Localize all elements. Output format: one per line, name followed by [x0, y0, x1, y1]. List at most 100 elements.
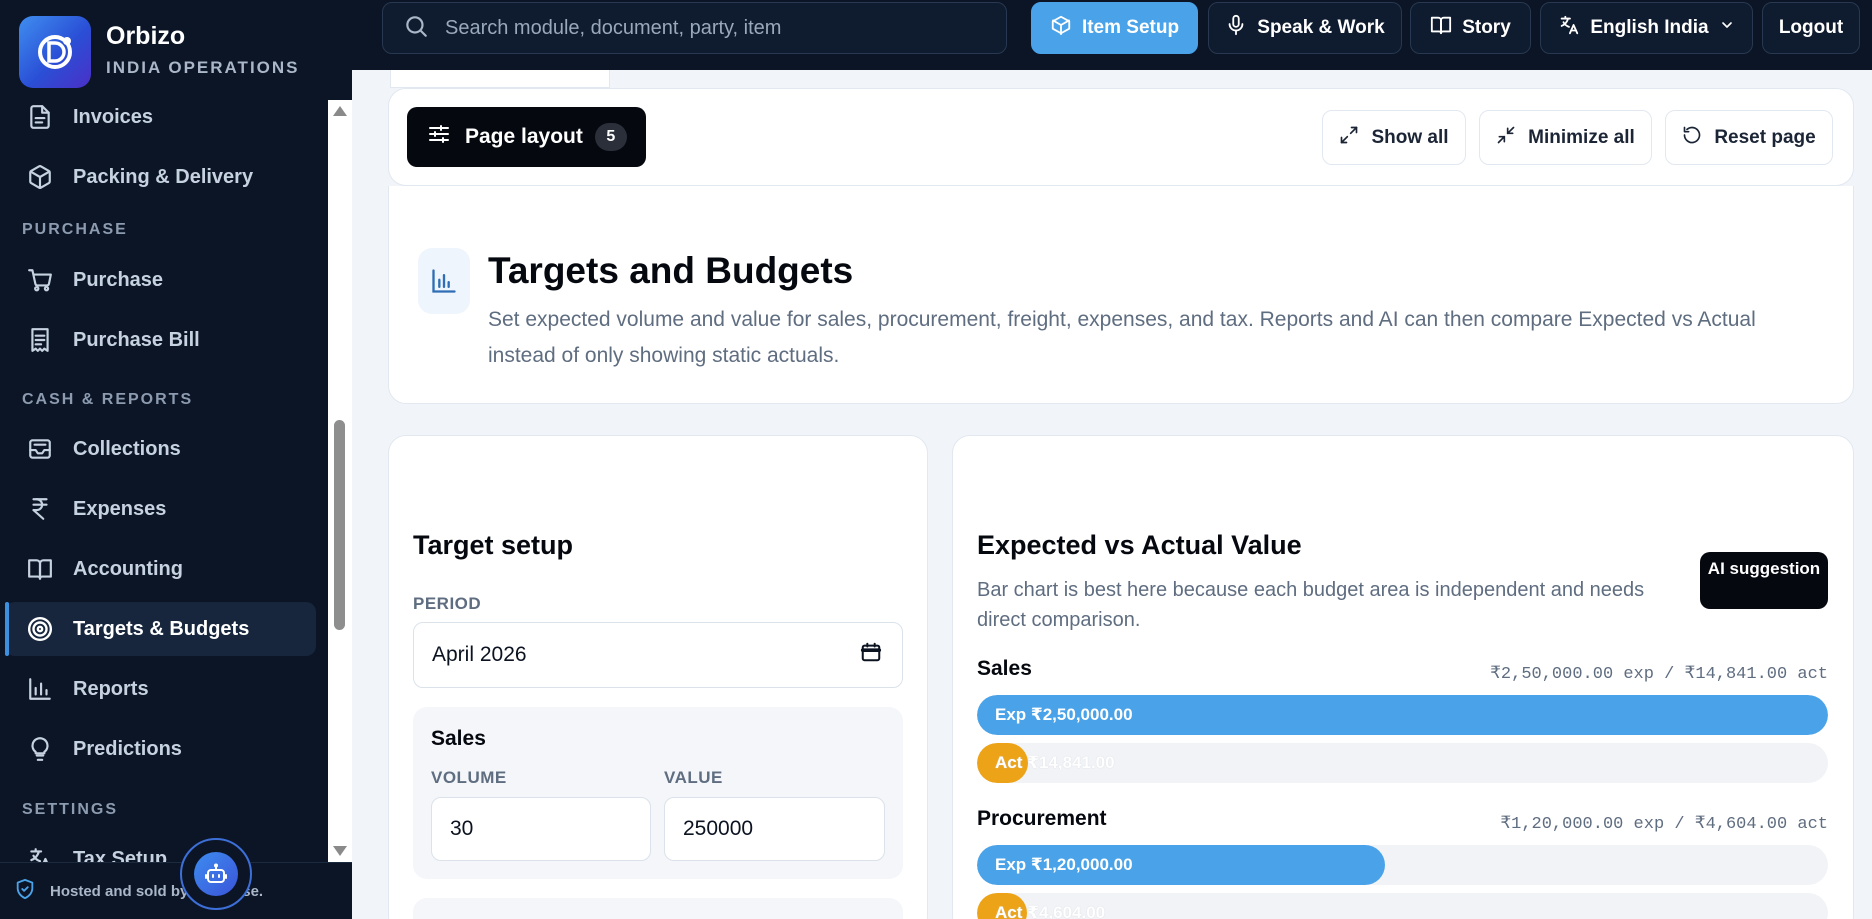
microphone-icon — [1225, 14, 1247, 42]
search-input[interactable] — [445, 16, 985, 40]
sidebar-item-label: Packing & Delivery — [73, 165, 254, 188]
translate-icon — [1558, 14, 1580, 42]
section-settings: SETTINGS — [22, 801, 119, 818]
brand-subtitle: INDIA OPERATIONS — [106, 58, 300, 77]
bar-track-procurement-exp: Exp ₹1,20,000.00 — [977, 845, 1828, 885]
minimize-all-label: Minimize all — [1528, 126, 1635, 148]
bar-label-sales-exp: Exp ₹2,50,000.00 — [995, 705, 1133, 724]
bar-label-procurement-act: Act ₹4,604.00 — [995, 903, 1106, 919]
volume-input[interactable]: 30 — [431, 797, 651, 861]
cart-icon — [25, 265, 55, 295]
receipt-icon — [25, 325, 55, 355]
show-all-label: Show all — [1371, 126, 1449, 148]
tab-stub — [390, 70, 610, 88]
sidebar: Invoices Packing & Delivery PURCHASE Pur… — [0, 0, 352, 919]
sidebar-item-label: Purchase Bill — [73, 328, 200, 351]
language-label: English India — [1590, 17, 1709, 38]
sidebar-item-label: Targets & Budgets — [73, 617, 250, 640]
ai-suggestion-badge[interactable]: AI suggestion — [1700, 552, 1828, 609]
value-label: VALUE — [664, 768, 723, 787]
story-label: Story — [1462, 17, 1511, 38]
logout-label: Logout — [1778, 17, 1844, 38]
sidebar-item-label: Purchase — [73, 268, 164, 291]
bar-chart-icon — [25, 674, 55, 704]
period-label: PERIOD — [413, 594, 482, 613]
sidebar-item-targets-budgets[interactable]: Targets & Budgets — [5, 602, 316, 656]
scroll-down-arrow-icon[interactable] — [333, 846, 347, 856]
period-field[interactable]: April 2026 — [413, 622, 903, 688]
bar-row-note-sales: ₹2,50,000.00 exp / ₹14,841.00 act — [1490, 665, 1828, 684]
logout-button[interactable]: Logout — [1762, 2, 1860, 54]
reset-page-button[interactable]: Reset page — [1665, 110, 1833, 165]
bar-track-sales-act: Act ₹14,841.00 — [977, 743, 1828, 783]
sidebar-item-purchase[interactable]: Purchase — [5, 253, 316, 307]
robot-icon — [194, 852, 238, 896]
book-open-icon — [1430, 14, 1452, 42]
sidebar-item-predictions[interactable]: Predictions — [5, 722, 316, 776]
bar-row-title-sales: Sales — [977, 657, 1032, 680]
minimize-icon — [1496, 125, 1516, 151]
chart-description: Bar chart is best here because each budg… — [977, 579, 1645, 631]
reset-page-label: Reset page — [1714, 126, 1816, 148]
speak-work-label: Speak & Work — [1257, 17, 1385, 38]
box-icon — [1050, 14, 1072, 42]
sliders-icon — [427, 122, 451, 152]
shield-check-icon — [14, 878, 36, 905]
top-bar: Item Setup Speak & Work Story English In… — [352, 0, 1872, 70]
sidebar-item-label: Expenses — [73, 497, 167, 520]
orbizo-logo[interactable] — [19, 16, 91, 88]
rupee-icon — [25, 494, 55, 524]
reset-icon — [1682, 125, 1702, 151]
sales-panel-title: Sales — [431, 727, 486, 750]
chart-icon — [418, 248, 470, 314]
package-icon — [25, 162, 55, 192]
sidebar-item-reports[interactable]: Reports — [5, 662, 316, 716]
minimize-all-button[interactable]: Minimize all — [1479, 110, 1652, 165]
page-layout-label: Page layout — [465, 125, 583, 148]
target-setup-title: Target setup — [413, 530, 574, 560]
speak-work-button[interactable]: Speak & Work — [1208, 2, 1402, 54]
sidebar-scrollbar[interactable] — [328, 100, 352, 862]
chevron-down-icon — [1719, 17, 1735, 39]
sidebar-item-label: Accounting — [73, 557, 183, 580]
page-title: Targets and Budgets — [488, 250, 854, 291]
period-value: April 2026 — [432, 643, 527, 666]
book-icon — [25, 554, 55, 584]
assistant-bot-button[interactable] — [180, 838, 252, 910]
page-layout-button[interactable]: Page layout 5 — [407, 107, 646, 167]
bar-row-title-procurement: Procurement — [977, 807, 1107, 830]
language-select[interactable]: English India — [1540, 2, 1753, 54]
item-setup-button[interactable]: Item Setup — [1031, 2, 1198, 54]
search-box[interactable] — [382, 2, 1007, 54]
item-setup-label: Item Setup — [1081, 17, 1180, 38]
scroll-thumb[interactable] — [334, 420, 345, 630]
section-cash-reports: CASH & REPORTS — [22, 391, 194, 408]
bar-label-procurement-exp: Exp ₹1,20,000.00 — [995, 855, 1133, 874]
brand: Orbizo INDIA OPERATIONS — [0, 0, 352, 100]
scroll-up-arrow-icon[interactable] — [333, 106, 347, 116]
sidebar-item-purchase-bill[interactable]: Purchase Bill — [5, 313, 316, 367]
calendar-icon[interactable] — [860, 641, 882, 669]
lightbulb-icon — [25, 734, 55, 764]
sidebar-item-tax-setup[interactable]: Tax Setup — [5, 832, 316, 862]
sidebar-item-packing-delivery[interactable]: Packing & Delivery — [5, 150, 316, 204]
story-button[interactable]: Story — [1410, 2, 1531, 54]
invoice-icon — [25, 102, 55, 132]
sidebar-item-label: Tax Setup — [73, 847, 168, 863]
value-input[interactable]: 250000 — [664, 797, 885, 861]
sidebar-item-collections[interactable]: Collections — [5, 422, 316, 476]
brand-name: Orbizo — [106, 22, 186, 50]
page-layout-count-badge: 5 — [594, 123, 627, 151]
next-target-panel — [413, 898, 903, 919]
sidebar-item-label: Collections — [73, 437, 181, 460]
sidebar-item-expenses[interactable]: Expenses — [5, 482, 316, 536]
sidebar-item-label: Invoices — [73, 105, 154, 128]
show-all-button[interactable]: Show all — [1322, 110, 1466, 165]
expand-icon — [1339, 125, 1359, 151]
search-icon — [403, 13, 429, 44]
inbox-icon — [25, 434, 55, 464]
bar-row-note-procurement: ₹1,20,000.00 exp / ₹4,604.00 act — [1500, 815, 1828, 834]
sidebar-footer: Hosted and sold by Techwise. — [0, 862, 352, 919]
sidebar-item-accounting[interactable]: Accounting — [5, 542, 316, 596]
section-purchase: PURCHASE — [22, 221, 128, 238]
